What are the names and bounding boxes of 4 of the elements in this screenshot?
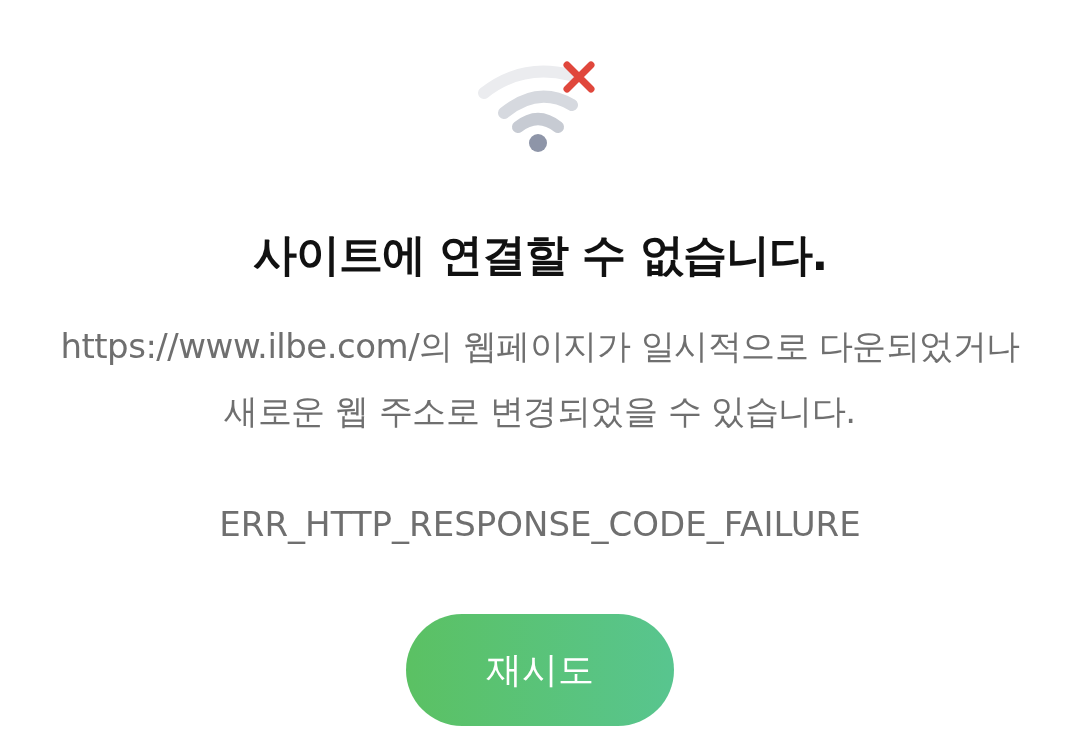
error-code: ERR_HTTP_RESPONSE_CODE_FAILURE bbox=[219, 503, 861, 546]
error-message: https://www.ilbe.com/의 웹페이지가 일시적으로 다운되었거나 새로운 웹 주소로 변경되었을 수 있습니다. bbox=[60, 325, 1020, 433]
retry-button[interactable]: 재시도 bbox=[406, 614, 674, 726]
page-title: 사이트에 연결할 수 없습니다. bbox=[252, 228, 828, 282]
